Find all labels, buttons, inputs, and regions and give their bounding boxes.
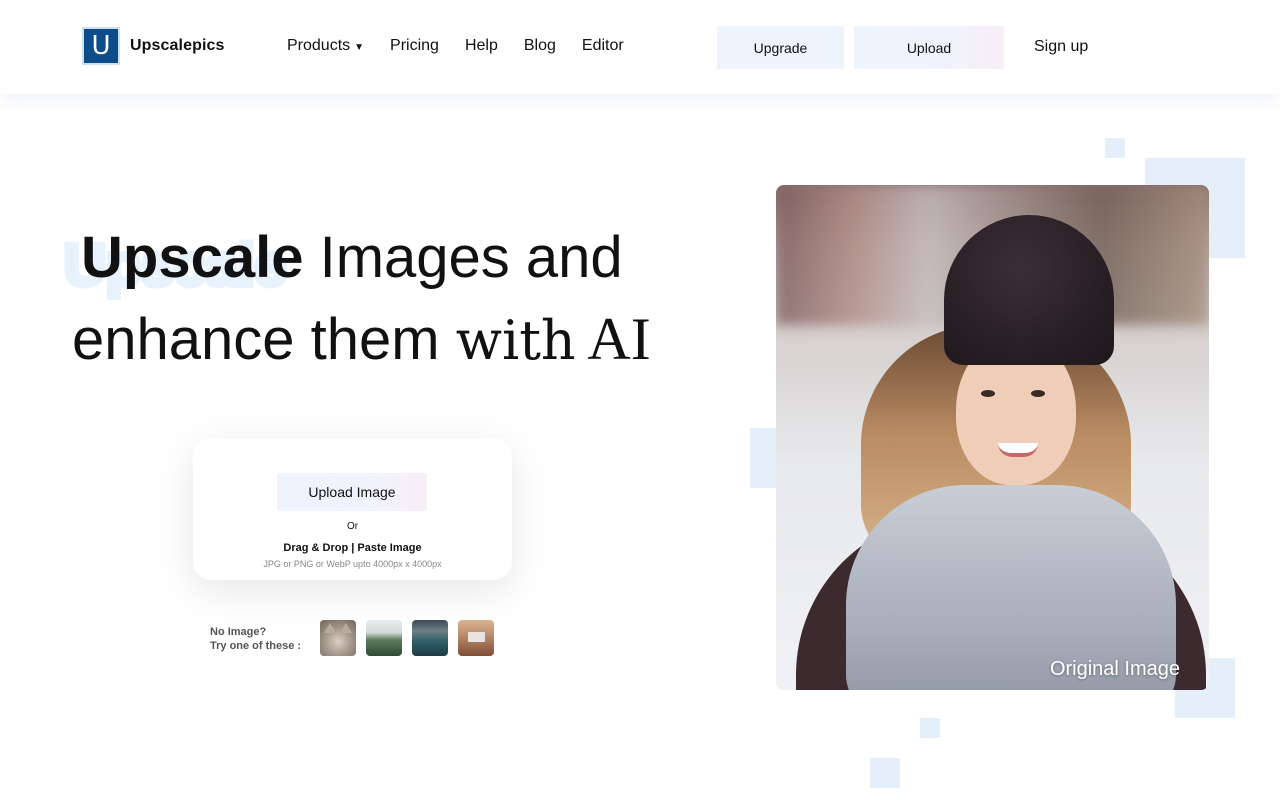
- decor-square: [920, 718, 940, 738]
- headline-line-2-part: enhance them: [72, 307, 456, 372]
- sample-thumb-mountain-lake[interactable]: [366, 620, 402, 656]
- headline-serif-ai: AI: [575, 306, 651, 372]
- nav-editor[interactable]: Editor: [582, 37, 624, 55]
- signup-link[interactable]: Sign up: [1034, 38, 1088, 56]
- headline-highlight: Upscale Upscale: [61, 218, 304, 301]
- file-format-hint: JPG or PNG or WebP upto 4000px x 4000px: [263, 559, 442, 569]
- nav-blog[interactable]: Blog: [524, 37, 556, 55]
- logo-icon: U: [82, 27, 120, 65]
- nav-products[interactable]: Products ▼: [287, 37, 364, 55]
- upload-card[interactable]: Upload Image Or Drag & Drop | Paste Imag…: [193, 438, 512, 580]
- brand-name: Upscalepics: [130, 37, 225, 54]
- preview-image: Original Image: [776, 185, 1209, 690]
- logo[interactable]: U Upscalepics: [82, 27, 224, 65]
- headline-line-2: enhance them with AI: [72, 298, 692, 382]
- sample-label-line-2: Try one of these :: [210, 640, 302, 652]
- sample-images-label: No Image? Try one of these :: [210, 625, 301, 653]
- site-header: U Upscalepics Products ▼ Pricing Help Bl…: [0, 0, 1280, 94]
- sample-thumb-city-canal[interactable]: [412, 620, 448, 656]
- photo-eye-left: [981, 390, 995, 397]
- nav-pricing[interactable]: Pricing: [390, 37, 439, 55]
- cat-ear-right: [340, 623, 352, 633]
- laptop-shape: [468, 632, 485, 642]
- photo-eye-right: [1031, 390, 1045, 397]
- upgrade-button[interactable]: Upgrade: [717, 26, 844, 69]
- sample-label-line-1: No Image?: [210, 626, 267, 638]
- headline-line-1-rest: Images and: [303, 225, 623, 290]
- or-divider-text: Or: [346, 521, 359, 532]
- upload-button[interactable]: Upload: [854, 26, 1004, 69]
- nav-help[interactable]: Help: [465, 37, 498, 55]
- sample-thumb-cat[interactable]: [320, 620, 356, 656]
- decor-square: [1105, 138, 1125, 158]
- upload-image-button[interactable]: Upload Image: [277, 473, 427, 511]
- headline-highlight-word: Upscale: [81, 225, 304, 290]
- headline-line-1: Upscale Upscale Images and: [61, 218, 692, 301]
- caret-down-icon: ▼: [354, 42, 365, 53]
- sample-thumb-laptop-desk[interactable]: [458, 620, 494, 656]
- decor-square: [870, 758, 900, 788]
- nav-products-label: Products: [287, 37, 351, 54]
- main-nav: Products ▼ Pricing Help Blog Editor: [287, 37, 650, 55]
- cat-ear-left: [324, 623, 336, 633]
- preview-label: Original Image: [1049, 658, 1180, 680]
- hero-headline: Upscale Upscale Images and enhance them …: [61, 218, 692, 382]
- drag-drop-text: Drag & Drop | Paste Image: [283, 542, 422, 554]
- headline-serif-with: with: [455, 309, 576, 372]
